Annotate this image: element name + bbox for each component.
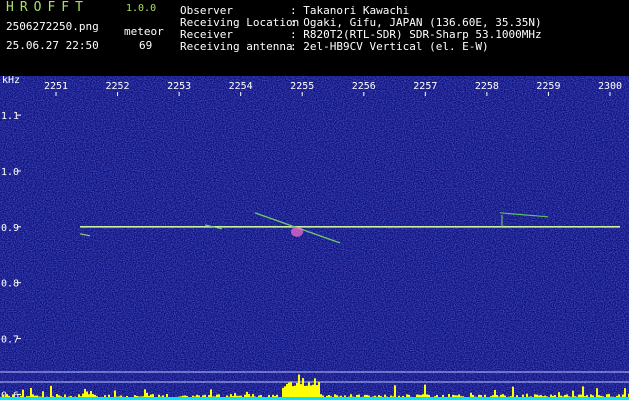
file-name: 2506272250.png <box>6 20 99 33</box>
x-tick-label: 2300 <box>598 81 622 92</box>
spectrogram-chart: kHz 2251 2252 2253 2254 2255 2256 2257 2258 2259 2… <box>0 76 629 400</box>
meteor-head-echo <box>291 226 303 237</box>
x-tick-label: 2256 <box>352 81 376 92</box>
meteor-count: 69 <box>139 39 153 52</box>
y-tick-label: 0.8 <box>1 279 19 290</box>
x-tick-label: 2253 <box>167 81 191 92</box>
app-logo: HROFFT <box>6 0 89 15</box>
meteor-label: meteor <box>124 25 164 38</box>
x-tick-label: 2254 <box>229 81 253 92</box>
histogram-bar <box>302 378 304 400</box>
date-time: 25.06.27 22:50 <box>6 39 99 52</box>
x-tick-label: 2251 <box>44 81 68 92</box>
y-tick-label: 1.0 <box>1 167 19 178</box>
header-panel: HROFFT 1.0.0 2506272250.png 25.06.27 22:… <box>0 0 629 75</box>
histogram-bar <box>298 374 300 400</box>
histogram-bar <box>314 378 316 400</box>
noise-texture <box>0 76 629 400</box>
x-tick-label: 2258 <box>475 81 499 92</box>
y-tick-label: 0.7 <box>1 335 19 346</box>
x-tick-label: 2255 <box>290 81 314 92</box>
y-axis-label: kHz <box>2 76 20 86</box>
info-value-antenna: : 2el-HB9CV Vertical (el. E-W) <box>290 40 489 53</box>
y-tick-label: 1.1 <box>1 111 19 122</box>
info-label-antenna: Receiving antenna <box>180 40 293 53</box>
x-tick-label: 2252 <box>106 81 130 92</box>
x-tick-label: 2259 <box>536 81 560 92</box>
x-tick-label: 2257 <box>413 81 437 92</box>
app-version: 1.0.0 <box>126 3 157 14</box>
y-tick-label: 0.9 <box>1 223 19 234</box>
